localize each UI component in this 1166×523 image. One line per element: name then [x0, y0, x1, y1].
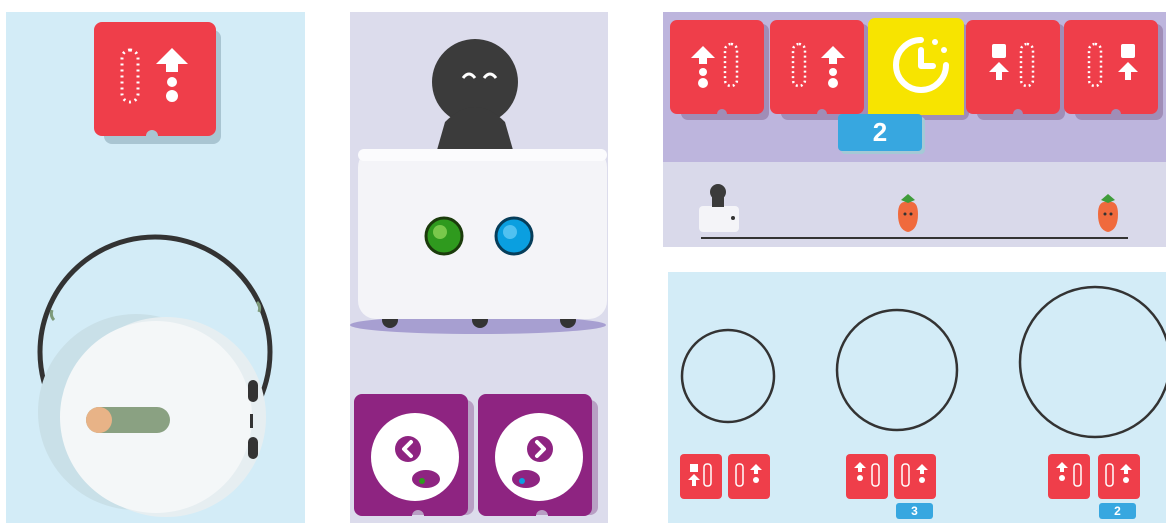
robot-view-panel — [350, 12, 608, 523]
turn-left-card[interactable] — [354, 394, 474, 516]
group-3-card-b[interactable] — [1098, 454, 1140, 499]
turn-right-card[interactable] — [478, 394, 598, 516]
group-2-card-b[interactable] — [894, 454, 936, 499]
group-2-card-a[interactable] — [846, 454, 888, 499]
sequence-card-3[interactable] — [868, 18, 969, 120]
robot-top-view[interactable] — [38, 314, 266, 517]
robot-body[interactable] — [358, 149, 607, 319]
strawberry-2[interactable] — [1098, 194, 1118, 232]
strawberry-1[interactable] — [898, 194, 918, 232]
sequence-card-1[interactable] — [670, 20, 769, 120]
robot-view-art — [350, 39, 607, 516]
circle-sizes-panel — [668, 272, 1166, 523]
sequence-card-5[interactable] — [1064, 20, 1163, 120]
small-circle — [680, 328, 776, 424]
group-3-card-a[interactable] — [1048, 454, 1090, 499]
rotate-forward-card[interactable] — [94, 22, 216, 136]
sequence-card-4[interactable] — [966, 20, 1065, 120]
rotate-demo-panel — [6, 12, 305, 523]
group-3-count-badge: 2 — [1099, 503, 1136, 519]
robot-small[interactable] — [699, 184, 739, 232]
sequence-card-2[interactable] — [770, 20, 869, 120]
timer-count-badge: 2 — [838, 114, 922, 151]
rotate-demo-art — [37, 22, 273, 517]
group-2-count-badge: 3 — [896, 503, 933, 519]
circle-sizes-art — [680, 285, 1166, 499]
robot-character — [432, 39, 518, 150]
group-1-card-b[interactable] — [728, 454, 770, 499]
large-circle — [1018, 285, 1166, 439]
arrow-left-icon — [49, 309, 56, 322]
group-1-card-a[interactable] — [680, 454, 722, 499]
arrow-right-icon — [255, 300, 262, 313]
medium-circle — [835, 308, 959, 432]
